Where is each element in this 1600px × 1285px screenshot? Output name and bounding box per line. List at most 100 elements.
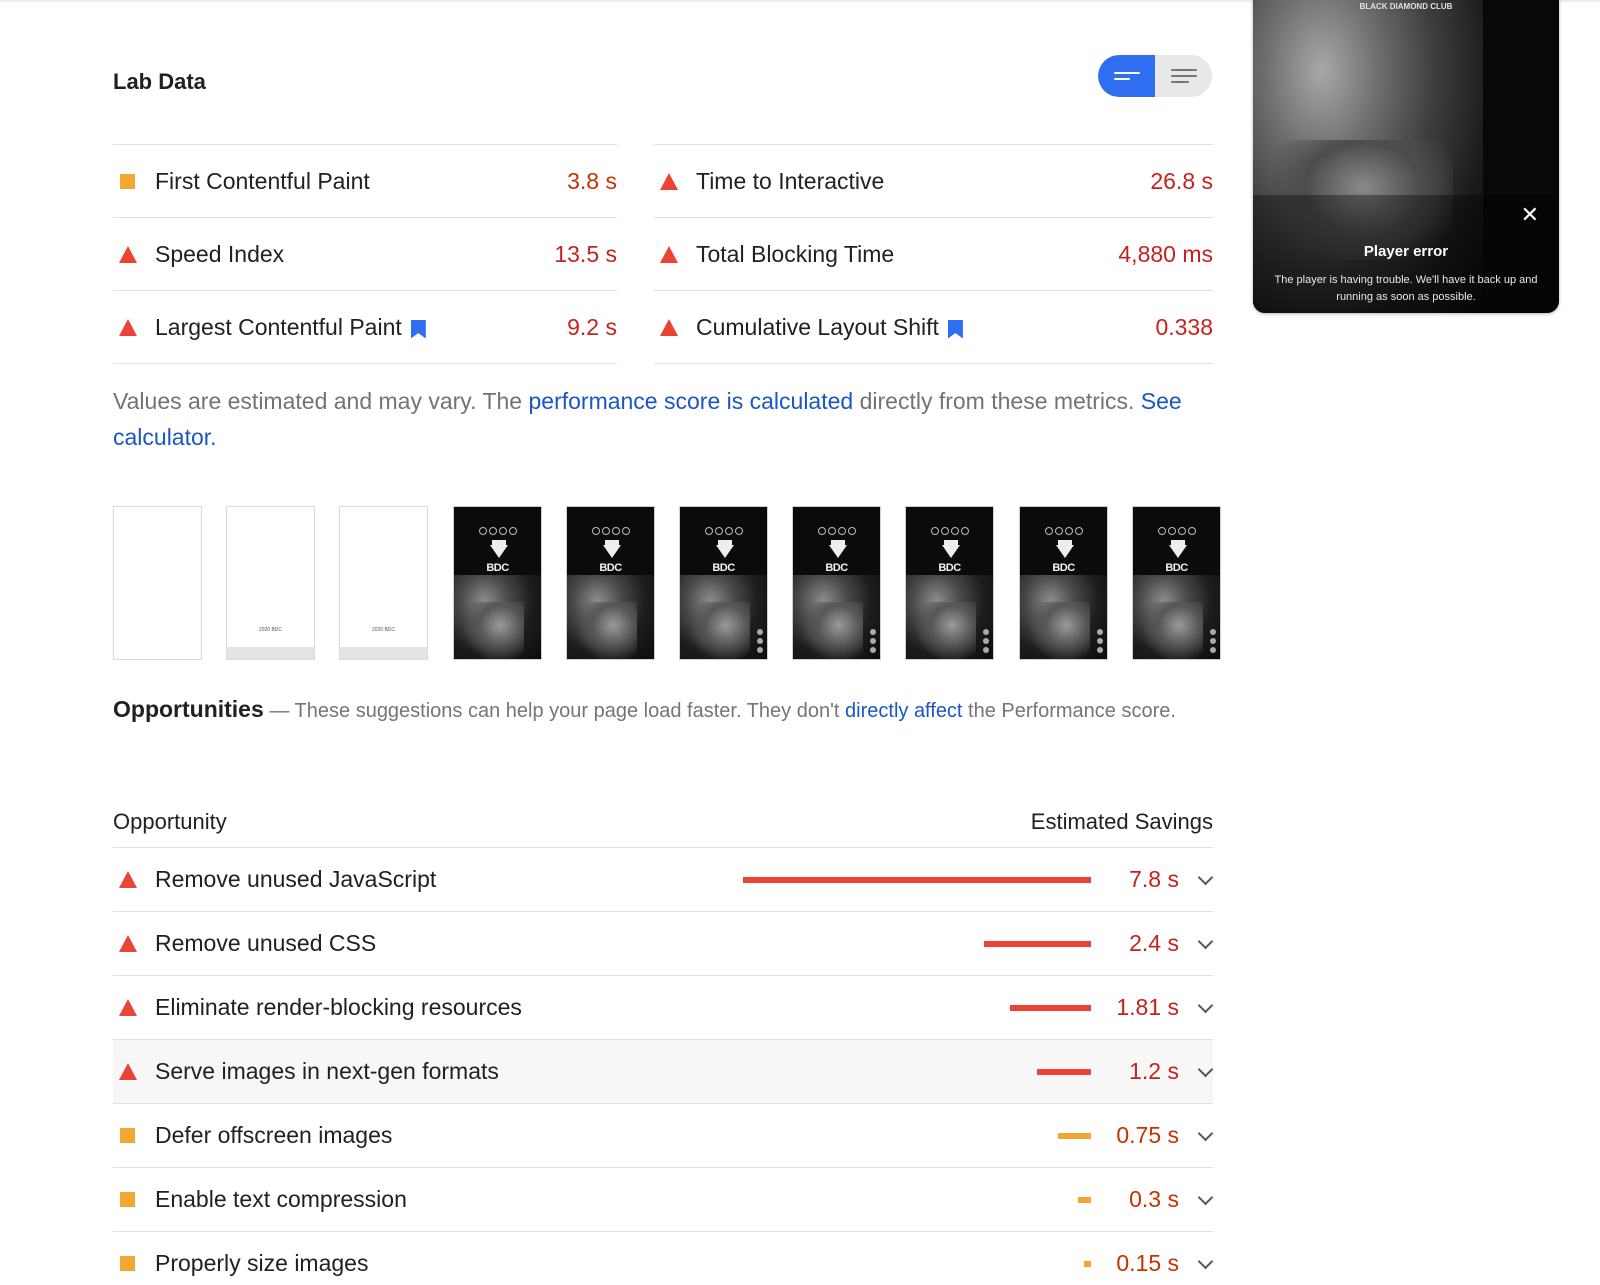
opportunity-status [113, 935, 155, 952]
opportunity-row[interactable]: Enable text compression 0.3 s [113, 1168, 1214, 1232]
opportunity-row[interactable]: Properly size images 0.15 s [113, 1232, 1214, 1285]
metric-label: Speed Index [155, 240, 285, 267]
frame-nav-icons [906, 527, 993, 535]
metric-label: Time to Interactive [696, 167, 885, 194]
diamond-logo-icon [1056, 545, 1074, 558]
list-view-icon [1170, 69, 1197, 71]
chevron-down-icon[interactable] [1197, 1253, 1214, 1270]
filmstrip-frame: BDC [453, 506, 542, 660]
chevron-down-icon[interactable] [1197, 1125, 1214, 1142]
list-view-toggle[interactable] [1155, 55, 1212, 97]
performance-score-link[interactable]: performance score is calculated [528, 388, 853, 414]
opportunity-row[interactable]: Serve images in next-gen formats 1.2 s [113, 1040, 1214, 1104]
metric-label: Largest Contentful Paint [155, 313, 402, 340]
bookmark-flag-icon [410, 319, 426, 339]
side-dot-icon [983, 638, 989, 644]
frame-side-icons [870, 629, 876, 653]
estimated-saving: 0.3 s [1129, 1186, 1179, 1212]
average-square-icon [120, 1192, 135, 1207]
close-icon[interactable]: ✕ [1521, 202, 1539, 228]
nav-circle-icon [478, 527, 487, 535]
filmstrip-frame: BDC [1132, 506, 1221, 660]
diamond-logo-icon [716, 545, 734, 558]
frame-caption: 2020 BDC [371, 627, 396, 633]
chevron-down-icon[interactable] [1197, 869, 1214, 886]
metric-value: 3.8 s [567, 167, 617, 194]
metric-name: Time to Interactive [696, 168, 884, 195]
metrics-column-right: Time to Interactive 26.8 s Total Blocking … [654, 144, 1213, 364]
metric-value: 13.5 s [554, 240, 617, 267]
opportunity-row[interactable]: Remove unused CSS 2.4 s [113, 912, 1214, 976]
savings-bar [1084, 1261, 1091, 1267]
list-view-icon-line [1170, 81, 1189, 83]
bookmark-flag-icon [947, 319, 963, 339]
fail-triangle-icon [660, 172, 678, 190]
opportunity-label: Remove unused JavaScript [155, 866, 437, 892]
opportunity-row[interactable]: Defer offscreen images 0.75 s [113, 1104, 1214, 1168]
frame-side-icons [983, 629, 989, 653]
chevron-down-icon[interactable] [1197, 1061, 1214, 1078]
opportunity-row[interactable]: Remove unused JavaScript 7.8 s [113, 848, 1214, 912]
frame-nav-icons [1133, 527, 1220, 535]
side-dot-icon [1097, 629, 1103, 635]
opportunities-header: Opportunities — These suggestions can he… [113, 690, 1213, 730]
side-dot-icon [983, 647, 989, 653]
side-dot-icon [1097, 638, 1103, 644]
directly-affect-link[interactable]: directly affect [845, 700, 962, 722]
opportunity-label: Defer offscreen images [155, 1122, 393, 1148]
metric-label: Cumulative Layout Shift [696, 313, 939, 340]
side-dot-icon [983, 629, 989, 635]
column-estimated-savings: Estimated Savings [1030, 808, 1213, 834]
metric-status [113, 173, 155, 189]
chevron-down-icon[interactable] [1197, 1189, 1214, 1206]
filmstrip-frame: BDC [905, 506, 994, 660]
frame-nav-icons [793, 527, 880, 535]
metric-name: Total Blocking Time [696, 241, 894, 268]
filmstrip-frame: BDC [1019, 506, 1108, 660]
metric-row: Total Blocking Time 4,880 ms [654, 218, 1213, 291]
final-screenshot-preview: BLACK DIAMOND CLUB ✕ Player error The pl… [1253, 0, 1559, 313]
frame-logo-text: BDC [712, 562, 735, 574]
nav-circle-icon [601, 527, 610, 535]
side-dot-icon [1210, 638, 1216, 644]
estimated-saving: 0.15 s [1116, 1250, 1179, 1276]
chevron-down-icon[interactable] [1197, 997, 1214, 1014]
club-name: BLACK DIAMOND CLUB [1359, 2, 1453, 11]
bars-view-toggle[interactable] [1098, 55, 1155, 97]
metric-name: Largest Contentful Paint [155, 314, 426, 341]
nav-circle-icon [1054, 527, 1063, 535]
nav-circle-icon [1177, 527, 1186, 535]
metric-value: 0.338 [1155, 313, 1213, 340]
savings-bar [1010, 1005, 1091, 1011]
filmstrip-frame: BDC [792, 506, 881, 660]
opportunity-row[interactable]: Eliminate render-blocking resources 1.81 … [113, 976, 1214, 1040]
chevron-down-icon[interactable] [1197, 933, 1214, 950]
view-toggle[interactable] [1098, 55, 1212, 97]
opportunity-status [113, 871, 155, 888]
nav-circle-icon [734, 527, 743, 535]
opportunities-description: the Performance score. [962, 700, 1176, 722]
opportunity-status [113, 1063, 155, 1080]
diamond-logo-icon [829, 545, 847, 558]
estimated-saving: 1.81 s [1116, 994, 1179, 1020]
savings-bar [1078, 1197, 1091, 1203]
average-square-icon [120, 1256, 135, 1271]
nav-circle-icon [498, 527, 507, 535]
metric-row: Time to Interactive 26.8 s [654, 145, 1213, 218]
frame-photo-detail [1143, 602, 1203, 659]
opportunity-label: Eliminate render-blocking resources [155, 994, 522, 1020]
lab-data-title: Lab Data [113, 69, 206, 94]
frame-nav-icons [1020, 527, 1107, 535]
nav-circle-icon [1157, 527, 1166, 535]
side-dot-icon [1210, 629, 1216, 635]
metric-value: 4,880 ms [1118, 240, 1213, 267]
note-text: directly from these metrics. [853, 388, 1141, 414]
frame-footer [340, 647, 427, 659]
frame-logo-text: BDC [938, 562, 961, 574]
nav-circle-icon [930, 527, 939, 535]
bars-view-icon [1113, 72, 1140, 74]
opportunities-table: Opportunity Estimated Savings Remove unu… [113, 796, 1214, 1285]
nav-circle-icon [817, 527, 826, 535]
opportunity-status [113, 999, 155, 1016]
nav-circle-icon [1167, 527, 1176, 535]
